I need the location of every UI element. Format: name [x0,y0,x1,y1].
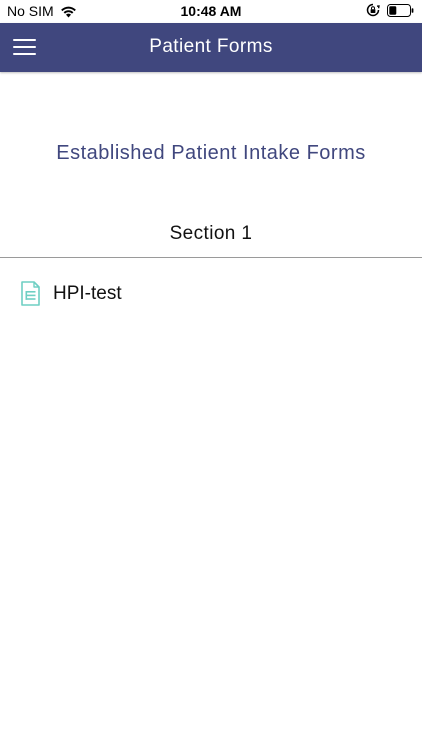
form-name: HPI-test [53,283,122,304]
nav-bar: Patient Forms [0,23,422,72]
section-header: Section 1 [169,223,253,244]
status-bar: No SIM 10:48 AM [0,0,422,23]
page-heading: Established Patient Intake Forms [56,142,366,164]
nav-title: Patient Forms [149,36,273,57]
patient-forms-screen: No SIM 10:48 AM Patient Forms Establishe… [0,0,422,750]
lock-rotation-icon [366,3,380,17]
battery-icon [387,3,414,17]
document-icon [20,281,41,306]
section-divider [0,257,422,258]
status-time: 10:48 AM [180,3,242,19]
form-list-item[interactable]: HPI-test [0,278,422,310]
status-right [366,3,414,17]
